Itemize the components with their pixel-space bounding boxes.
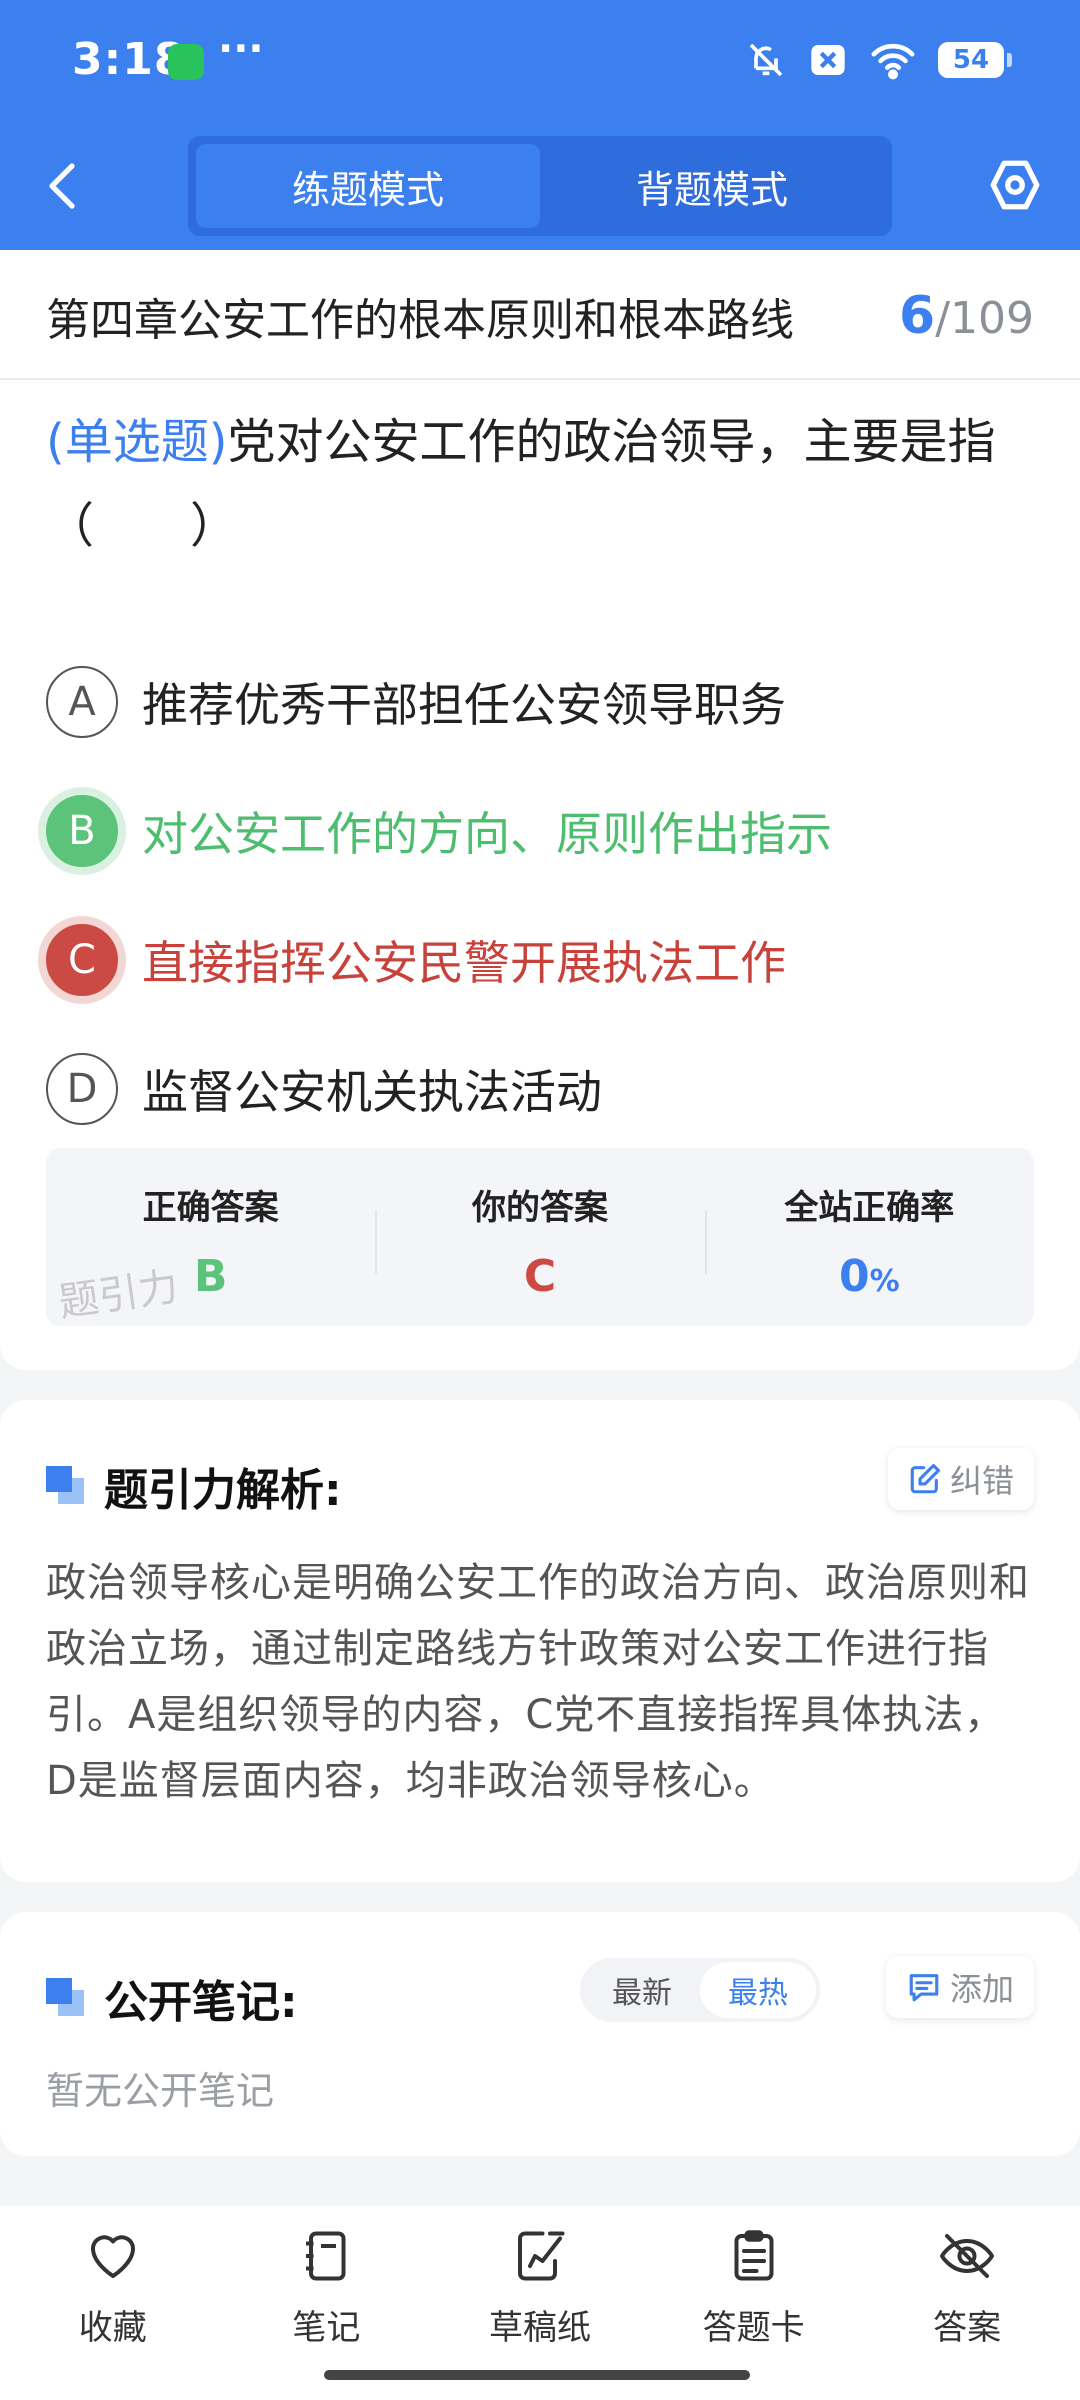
notes-sort-toggle: 最新 最热	[580, 1958, 820, 2022]
favorite-label: 收藏	[78, 2308, 147, 2348]
close-box-icon	[811, 45, 845, 75]
option-text: 对公安工作的方向、原则作出指示	[142, 807, 832, 861]
add-note-button[interactable]: 添加	[885, 1956, 1034, 2018]
accuracy-value: 0%	[839, 1251, 900, 1302]
notes-label: 笔记	[292, 2308, 361, 2348]
battery-indicator: 54	[938, 42, 1012, 78]
chapter-title: 第四章公安工作的根本原则和根本路线	[46, 295, 794, 346]
add-note-label: 添加	[949, 1970, 1014, 2008]
notebook-icon	[306, 2231, 346, 2281]
option-a[interactable]: A 推荐优秀干部担任公安领导职务	[46, 662, 1036, 742]
accuracy-label: 全站正确率	[784, 1188, 955, 1228]
analysis-card: 题引力解析: 纠错 政治领导核心是明确公安工作的政治方向、政治原则和政治立场，通…	[0, 1400, 1080, 1882]
bell-muted-icon	[749, 43, 783, 77]
question-stem: (单选题)党对公安工作的政治领导，主要是指（ ）	[46, 400, 1036, 568]
notes-header: 公开笔记:	[46, 1966, 298, 2030]
favorite-button[interactable]: 收藏	[13, 2206, 213, 2400]
question-card: 第四章公安工作的根本原则和根本路线 6/109 (单选题)党对公安工作的政治领导…	[0, 250, 1080, 1370]
mode-switch: 练题模式 背题模式	[188, 136, 892, 236]
option-letter: C	[46, 924, 118, 996]
accuracy-unit: %	[869, 1264, 900, 1299]
chapter-row: 第四章公安工作的根本原则和根本路线 6/109	[0, 250, 1080, 380]
correct-answer-value: B	[193, 1251, 228, 1302]
analysis-text: 政治领导核心是明确公安工作的政治方向、政治原则和政治立场，通过制定路线方针政策对…	[46, 1560, 1030, 1804]
option-b[interactable]: B 对公安工作的方向、原则作出指示	[46, 791, 1036, 871]
watermark: 题引力	[55, 1263, 182, 1327]
option-text: 监督公安机关执法活动	[142, 1065, 602, 1119]
option-letter: A	[46, 666, 118, 738]
hide-answer-label: 答案	[933, 2308, 1002, 2348]
eye-off-icon	[940, 2234, 995, 2278]
option-text: 推荐优秀干部担任公安领导职务	[142, 678, 786, 732]
your-answer-value: C	[523, 1251, 557, 1302]
sort-latest-button[interactable]: 最新	[584, 1962, 700, 2018]
notes-title: 公开笔记:	[104, 1977, 298, 2028]
correct-answer-col: 正确答案 B 题引力	[46, 1148, 375, 1326]
question-type: (单选题)	[46, 414, 228, 470]
option-letter: B	[46, 795, 118, 867]
your-answer-label: 你的答案	[471, 1188, 608, 1228]
back-button[interactable]	[40, 158, 88, 214]
answer-card-icon	[734, 2230, 774, 2281]
practice-page: 3:18 ··· 54 练题模式 背题模式 第四章公安工作的根本原则和根本路线 …	[0, 0, 1080, 2400]
question-progress: 6/109	[899, 286, 1034, 346]
home-indicator[interactable]	[324, 2370, 750, 2380]
comment-icon	[909, 1974, 939, 2002]
option-d[interactable]: D 监督公安机关执法活动	[46, 1049, 1036, 1129]
heart-icon	[90, 2235, 135, 2278]
option-text: 直接指挥公安民警开展执法工作	[142, 936, 786, 990]
report-error-button[interactable]: 纠错	[887, 1448, 1034, 1510]
analysis-header: 题引力解析:	[46, 1454, 342, 1518]
your-answer-col: 你的答案 C	[375, 1148, 704, 1326]
empty-notes-text: 暂无公开笔记	[46, 2069, 275, 2113]
tab-practice-mode[interactable]: 练题模式	[196, 144, 540, 228]
current-question-number: 6	[899, 286, 936, 346]
gear-icon	[990, 160, 1040, 210]
edit-icon	[910, 1463, 941, 1494]
correct-answer-label: 正确答案	[142, 1188, 279, 1228]
report-error-label: 纠错	[949, 1462, 1014, 1500]
analysis-title: 题引力解析:	[104, 1465, 342, 1516]
settings-button[interactable]	[986, 156, 1044, 214]
option-letter: D	[46, 1053, 118, 1125]
total-questions: /109	[935, 293, 1034, 344]
status-icons: 54	[746, 40, 1012, 80]
tab-memorize-mode[interactable]: 背题模式	[540, 144, 884, 228]
more-notifications-icon: ···	[218, 26, 264, 72]
option-c[interactable]: C 直接指挥公安民警开展执法工作	[46, 920, 1036, 1000]
wifi-icon	[871, 43, 915, 80]
wechat-notification-icon	[168, 44, 204, 80]
sort-hot-button[interactable]: 最热	[700, 1962, 816, 2018]
accuracy-number: 0	[838, 1251, 870, 1302]
app-header: 3:18 ··· 54 练题模式 背题模式	[0, 0, 1080, 250]
chevron-left-icon	[49, 163, 75, 209]
section-squares-icon	[46, 1978, 86, 2018]
draft-paper-label: 草稿纸	[488, 2308, 591, 2348]
section-squares-icon	[46, 1466, 86, 1506]
hide-answer-button[interactable]: 答案	[867, 2206, 1067, 2400]
answer-summary: 正确答案 B 题引力 你的答案 C 全站正确率 0%	[46, 1148, 1034, 1326]
answer-card-label: 答题卡	[702, 2308, 805, 2348]
draft-paper-icon	[517, 2231, 565, 2281]
notes-card: 公开笔记: 最新 最热 添加 暂无公开笔记	[0, 1912, 1080, 2156]
accuracy-col: 全站正确率 0%	[704, 1148, 1034, 1326]
